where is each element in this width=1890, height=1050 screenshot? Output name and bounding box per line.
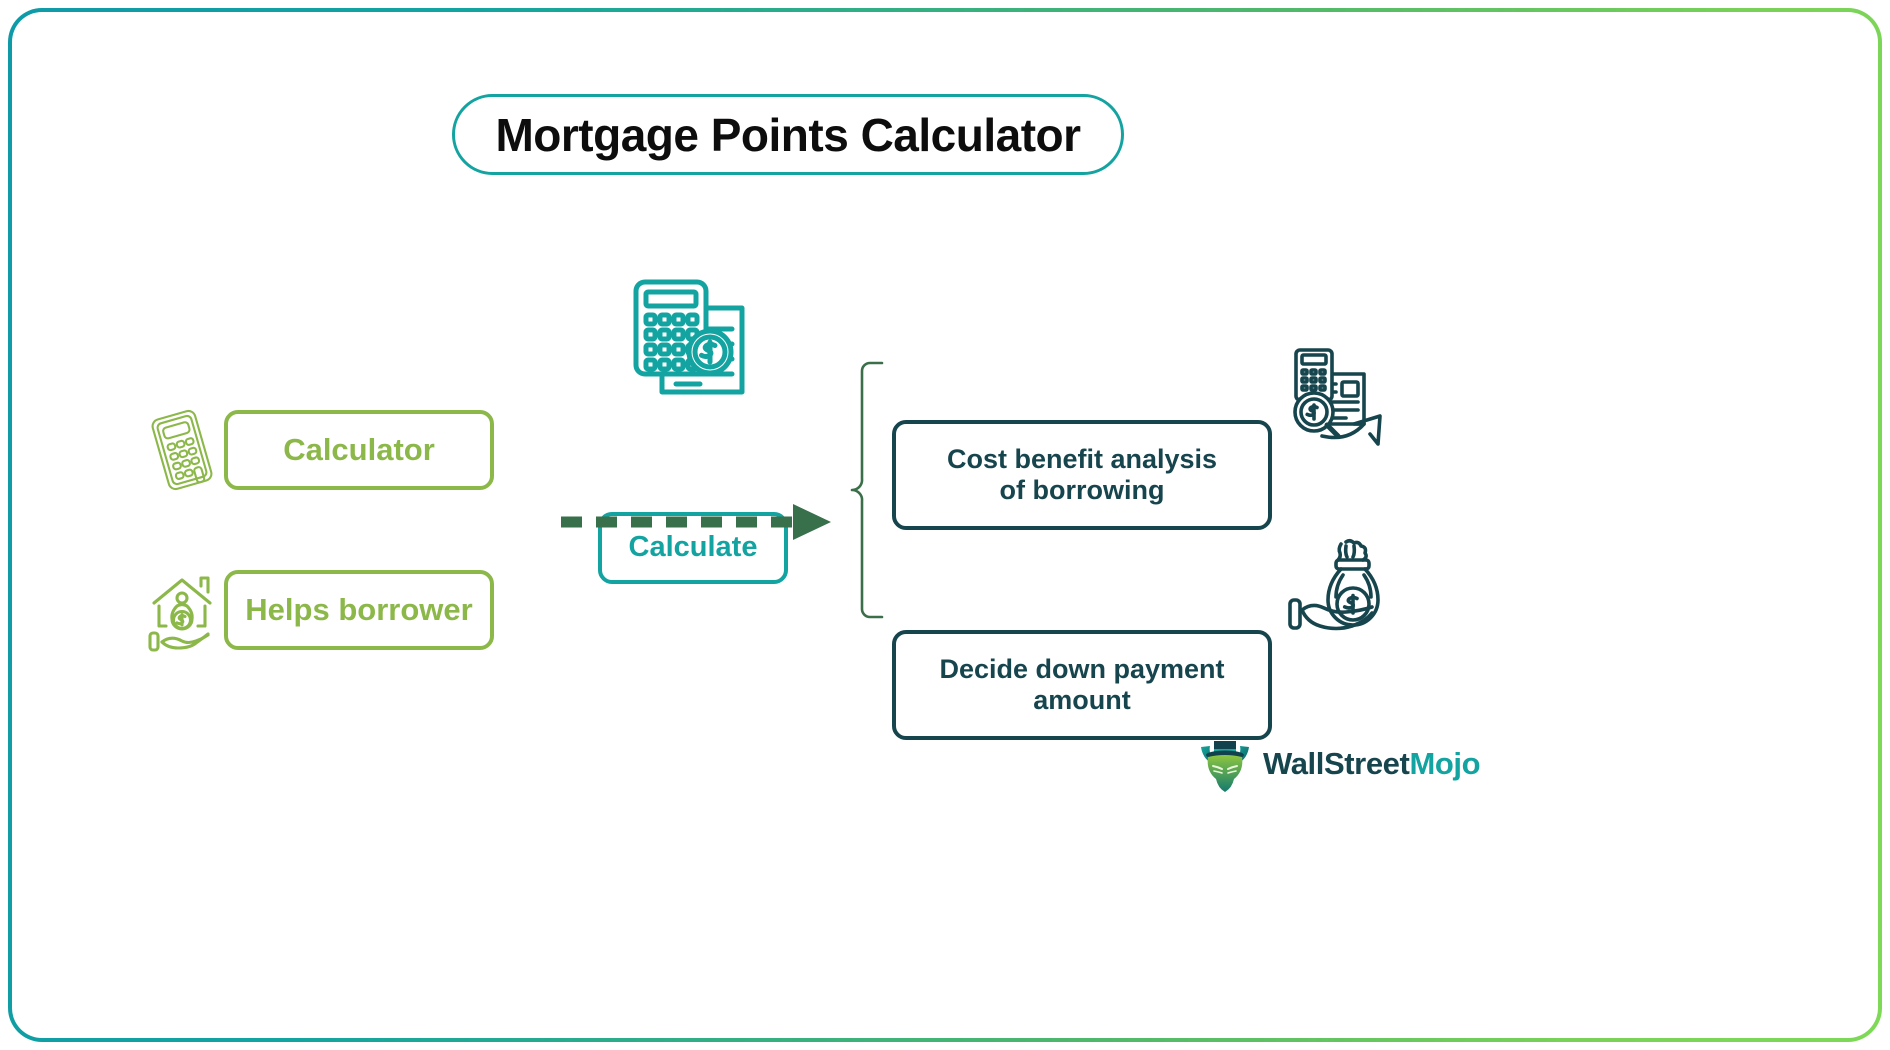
money-bag-hand-icon bbox=[1286, 532, 1396, 640]
output-box-decide-down-payment-label: Decide down payment amount bbox=[939, 654, 1224, 717]
output-box-cost-benefit-line1: Cost benefit analysis bbox=[946, 443, 1218, 474]
output-box-decide-down-payment-line2: amount bbox=[1033, 685, 1131, 715]
brand-logo: WallStreetMojo bbox=[1197, 734, 1481, 794]
brand-wordmark-part1: WallStreet bbox=[1263, 746, 1410, 781]
house-money-icon bbox=[146, 570, 218, 654]
infographic-frame: Mortgage Points Calculator Calculator He… bbox=[8, 8, 1882, 1042]
grouping-brace bbox=[848, 360, 888, 620]
dashed-arrow-right-icon bbox=[557, 492, 847, 552]
bull-head-tophat-logo-icon bbox=[1197, 736, 1253, 792]
output-box-decide-down-payment[interactable]: Decide down payment amount bbox=[892, 630, 1272, 740]
input-box-calculator[interactable]: Calculator bbox=[224, 410, 494, 490]
input-box-calculator-label: Calculator bbox=[283, 432, 435, 468]
page-title: Mortgage Points Calculator bbox=[452, 94, 1124, 175]
output-box-cost-benefit-label: Cost benefit analysis of borrowing bbox=[947, 444, 1217, 507]
output-box-cost-benefit[interactable]: Cost benefit analysis of borrowing bbox=[892, 420, 1272, 530]
calculator-icon bbox=[146, 408, 218, 492]
page-title-text: Mortgage Points Calculator bbox=[495, 108, 1081, 161]
output-box-decide-down-payment-line1: Decide down payment bbox=[939, 653, 1225, 684]
output-box-cost-benefit-line2: of borrowing bbox=[999, 475, 1165, 505]
input-box-helps-borrower[interactable]: Helps borrower bbox=[224, 570, 494, 650]
cost-analysis-icon bbox=[1286, 340, 1396, 448]
infographic-canvas: Mortgage Points Calculator Calculator He… bbox=[12, 12, 1878, 1038]
input-box-helps-borrower-label: Helps borrower bbox=[245, 592, 473, 628]
brand-wordmark-part2: Mojo bbox=[1409, 746, 1481, 781]
calculator-document-dollar-icon bbox=[628, 274, 752, 414]
brand-wordmark: WallStreetMojo bbox=[1263, 746, 1481, 782]
